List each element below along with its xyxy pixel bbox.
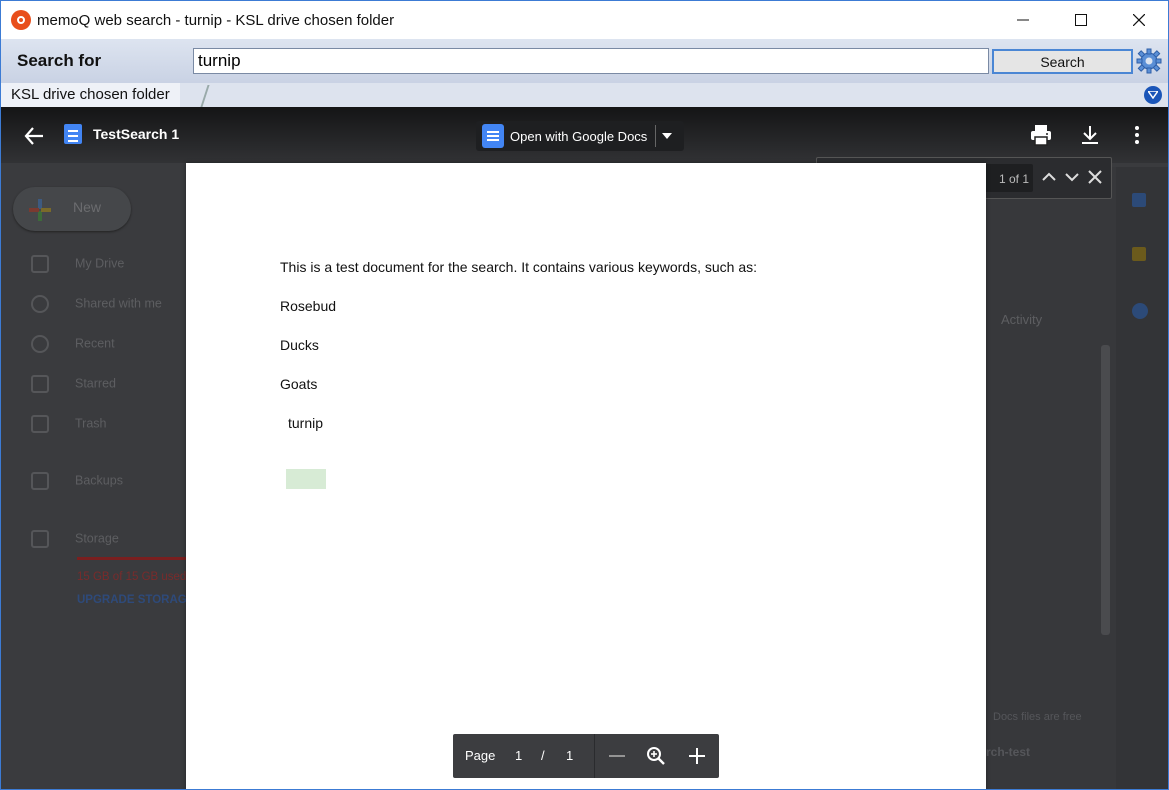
zoom-fit-icon[interactable] — [645, 745, 667, 767]
app-window: memoQ web search - turnip - KSL drive ch… — [0, 0, 1169, 790]
nav-starred: Starred — [31, 375, 116, 393]
current-page[interactable]: 1 — [515, 748, 522, 763]
file-name: rch-test — [986, 745, 1031, 759]
nav-trash: Trash — [31, 415, 107, 433]
google-docs-icon — [482, 124, 504, 148]
search-label: Search for — [17, 51, 102, 70]
document-paragraph: This is a test document for the search. … — [280, 259, 757, 275]
page-navigation-control: Page 1 / 1 — [453, 734, 719, 778]
settings-gear-icon[interactable] — [1136, 48, 1162, 74]
find-match-count: 1 of 1 — [999, 172, 1030, 186]
back-arrow-icon[interactable] — [23, 125, 45, 147]
document-paragraph-match: turnip — [288, 415, 324, 431]
docs-note: Docs files are free — [993, 711, 1082, 723]
nav-backups: Backups — [31, 472, 123, 490]
document-title: TestSearch 1 — [93, 126, 180, 142]
minimize-button[interactable] — [994, 1, 1052, 39]
document-page: This is a test document for the search. … — [186, 163, 986, 789]
maximize-button[interactable] — [1052, 1, 1110, 39]
download-icon[interactable] — [1078, 123, 1102, 147]
file-preview-viewer: New My Drive Shared with me Recent Starr… — [1, 107, 1168, 789]
tab-ksl-drive[interactable]: KSL drive chosen folder — [1, 83, 180, 107]
chevron-up-icon[interactable] — [1039, 167, 1059, 187]
nav-shared: Shared with me — [31, 295, 162, 313]
page-separator: / — [541, 748, 545, 763]
storage-bar — [77, 557, 187, 560]
tab-dropdown-button[interactable] — [1144, 86, 1162, 104]
nav-storage: Storage — [31, 530, 119, 548]
minimize-icon — [1017, 19, 1029, 21]
viewer-toolbar: TestSearch 1 Open with Google Docs — [1, 107, 1168, 163]
search-toolbar: Search for Search — [1, 39, 1168, 83]
plus-icon — [29, 199, 51, 221]
window-title: memoQ web search - turnip - KSL drive ch… — [37, 11, 395, 29]
right-rail — [1116, 167, 1168, 789]
total-pages: 1 — [566, 748, 574, 763]
zoom-out-icon[interactable] — [606, 745, 628, 767]
document-paragraph: Goats — [280, 376, 318, 392]
chevron-down-icon — [1148, 91, 1158, 99]
search-button[interactable]: Search — [992, 49, 1133, 74]
window-controls — [994, 1, 1168, 39]
more-options-icon[interactable] — [1125, 123, 1149, 147]
maximize-icon — [1075, 14, 1087, 26]
open-with-google-docs-button[interactable]: Open with Google Docs — [476, 121, 684, 151]
nav-my-drive: My Drive — [31, 255, 124, 273]
print-icon[interactable] — [1029, 123, 1053, 147]
upgrade-storage-link: UPGRADE STORAGE — [77, 594, 195, 606]
nav-recent: Recent — [31, 335, 115, 353]
tab-divider — [200, 85, 210, 107]
chevron-down-icon[interactable] — [1062, 167, 1082, 187]
memoq-app-icon — [11, 10, 31, 30]
zoom-in-icon[interactable] — [686, 745, 708, 767]
close-icon — [1133, 14, 1145, 26]
new-button-label: New — [73, 199, 102, 215]
google-docs-icon — [64, 124, 82, 144]
search-match-highlight — [286, 469, 326, 489]
chevron-down-icon[interactable] — [662, 133, 673, 139]
title-bar: memoQ web search - turnip - KSL drive ch… — [1, 1, 1168, 39]
activity-tab: Activity — [1001, 312, 1043, 327]
tab-bar: KSL drive chosen folder — [1, 83, 1168, 107]
details-panel — [986, 167, 1116, 789]
close-button[interactable] — [1110, 1, 1168, 39]
open-with-label: Open with Google Docs — [510, 128, 648, 144]
close-icon[interactable] — [1085, 167, 1105, 187]
search-input[interactable] — [193, 48, 989, 74]
details-scrollbar — [1101, 345, 1110, 635]
storage-usage: 15 GB of 15 GB used — [77, 571, 187, 583]
page-label: Page — [465, 748, 496, 763]
document-paragraph: Rosebud — [280, 298, 337, 314]
document-paragraph: Ducks — [280, 337, 319, 353]
